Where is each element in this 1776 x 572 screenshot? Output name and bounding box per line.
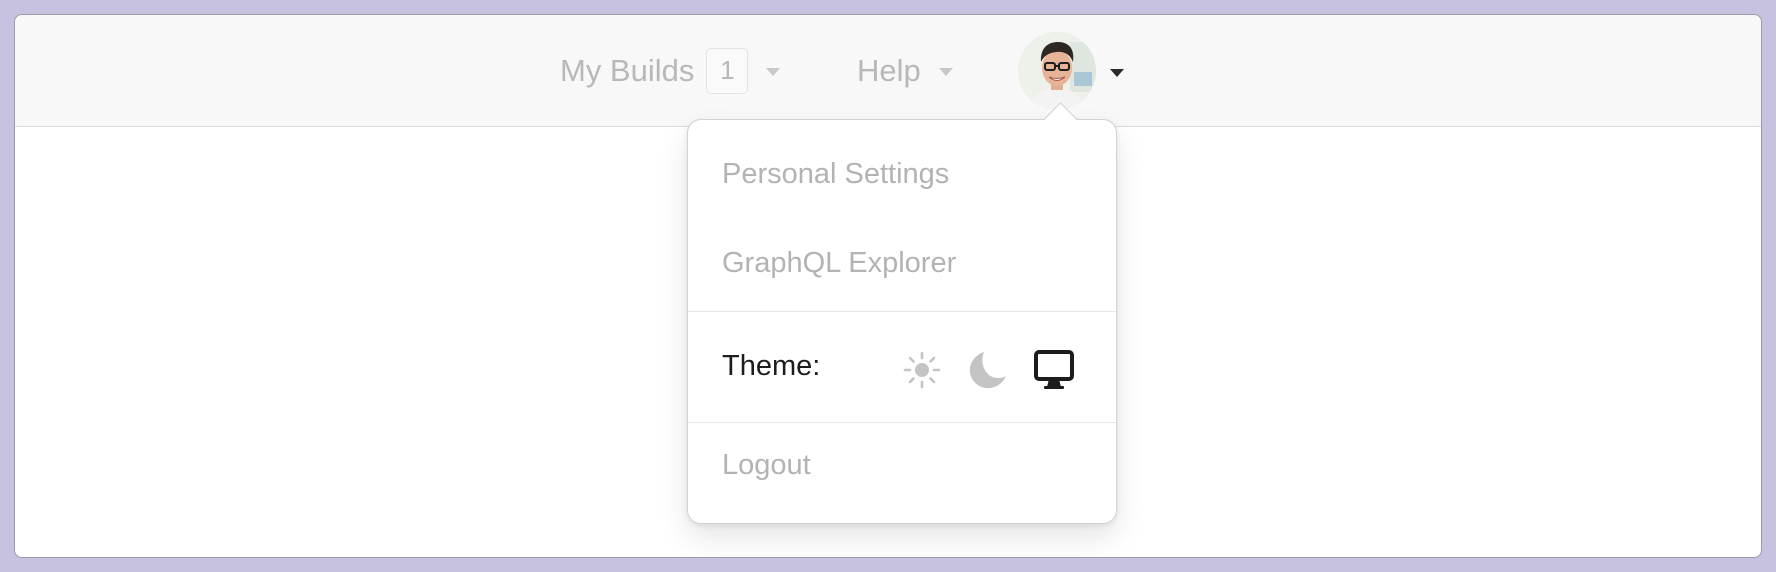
user-menu-toggle[interactable] [1018,31,1124,111]
top-nav-bar: My Builds 1 Help [15,15,1761,127]
chevron-down-icon [938,67,953,76]
theme-label: Theme: [722,350,821,382]
my-builds-menu[interactable]: My Builds 1 [560,15,781,126]
app-window: My Builds 1 Help Personal Settings Graph… [14,14,1762,558]
divider [688,422,1116,423]
avatar[interactable] [1018,32,1096,110]
user-dropdown-menu: Personal Settings GraphQL Explorer Theme… [687,119,1117,524]
sun-icon [903,351,941,389]
theme-dark-button[interactable] [966,348,1010,392]
help-menu[interactable]: Help [857,15,953,126]
help-label: Help [857,52,921,88]
my-builds-label: My Builds [560,52,695,88]
divider [688,311,1116,312]
chevron-down-icon [1110,69,1124,77]
chevron-down-icon [766,67,781,76]
theme-system-button[interactable] [1032,348,1076,392]
moon-icon [969,352,1006,389]
builds-count-badge: 1 [706,47,749,94]
monitor-icon [1034,350,1074,389]
theme-light-button[interactable] [900,348,944,392]
menu-item-personal-settings[interactable]: Personal Settings [722,158,949,191]
menu-item-graphql-explorer[interactable]: GraphQL Explorer [722,247,956,280]
logout-menu-item[interactable]: Logout [722,449,811,482]
